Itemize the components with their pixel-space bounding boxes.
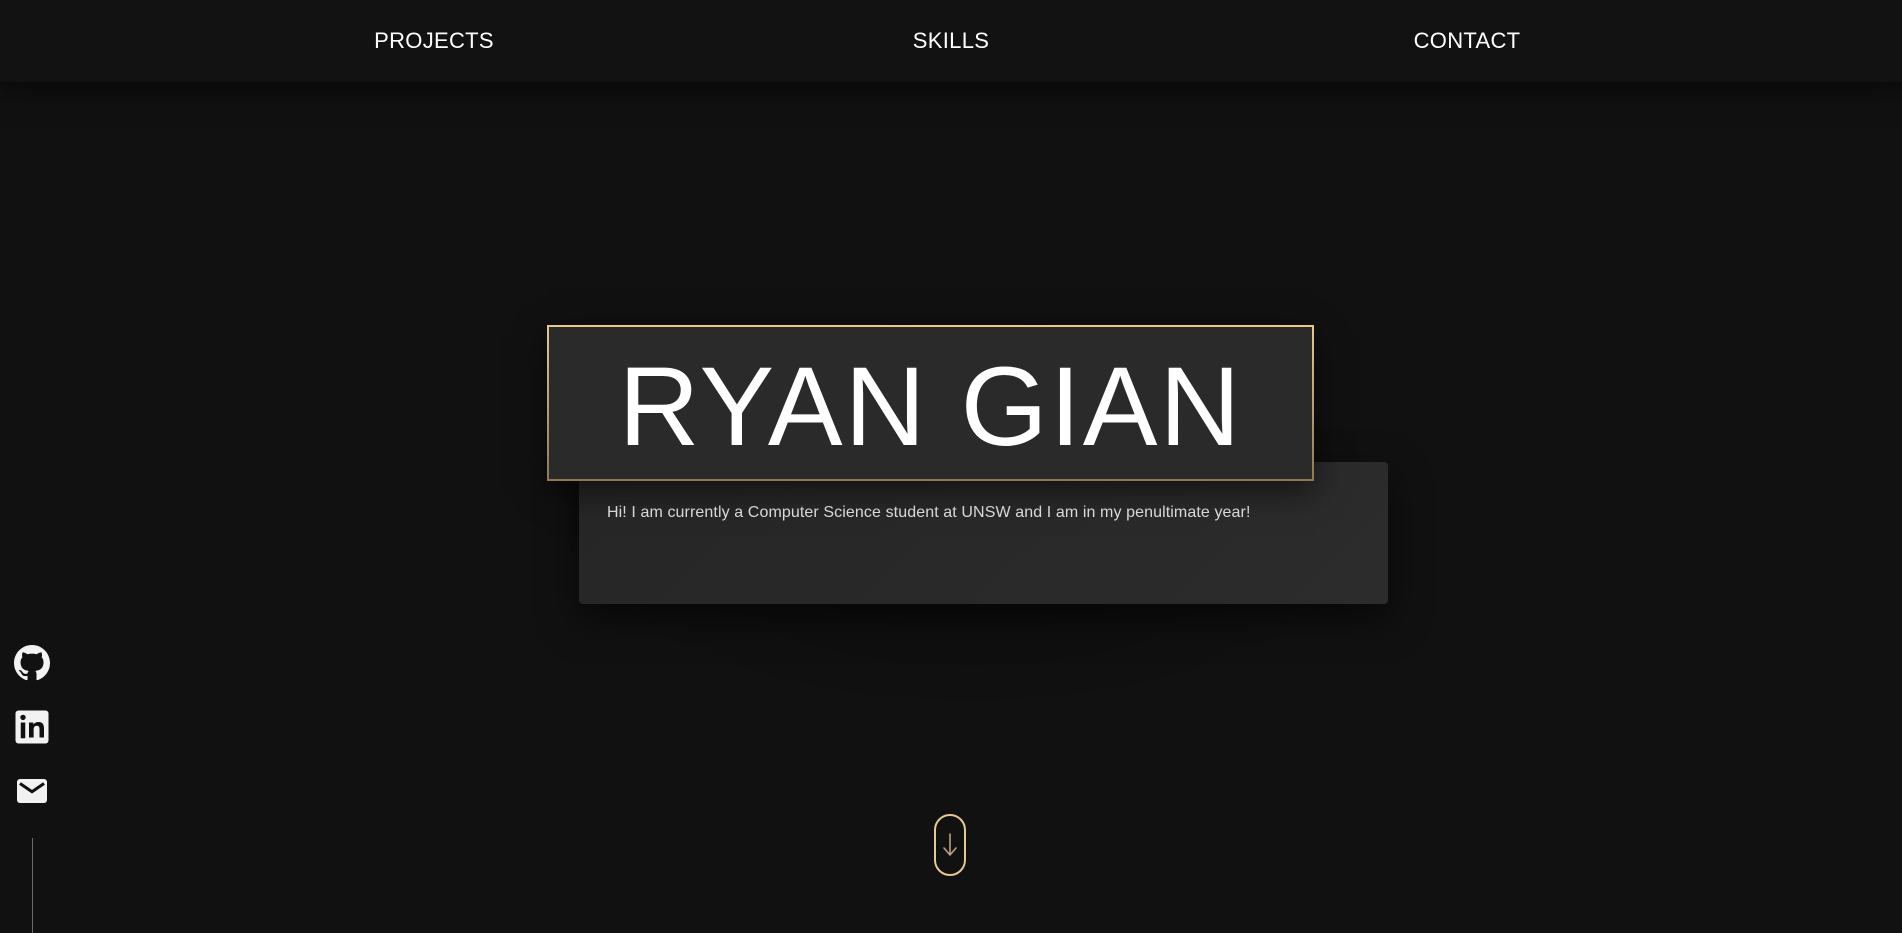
name-heading: RYAN GIAN <box>618 344 1243 469</box>
linkedin-link[interactable] <box>14 709 50 745</box>
github-link[interactable] <box>14 645 50 681</box>
nav-contact-link[interactable]: CONTACT <box>1414 28 1521 54</box>
email-link[interactable] <box>14 773 50 809</box>
name-card: RYAN GIAN <box>547 325 1314 481</box>
nav-skills-link[interactable]: SKILLS <box>913 28 989 54</box>
page: PROJECTS SKILLS CONTACT Hi! I am current… <box>0 0 1902 933</box>
nav-projects-link[interactable]: PROJECTS <box>374 28 494 54</box>
bio-text: Hi! I am currently a Computer Science st… <box>607 504 1251 521</box>
arrow-down-icon <box>943 833 957 856</box>
top-navigation: PROJECTS SKILLS CONTACT <box>0 0 1902 82</box>
mail-icon <box>17 779 47 803</box>
scroll-down-button[interactable] <box>934 814 966 876</box>
bio-card: Hi! I am currently a Computer Science st… <box>579 462 1388 604</box>
github-icon <box>14 645 50 681</box>
side-divider-line <box>32 838 33 933</box>
linkedin-icon <box>15 710 49 744</box>
